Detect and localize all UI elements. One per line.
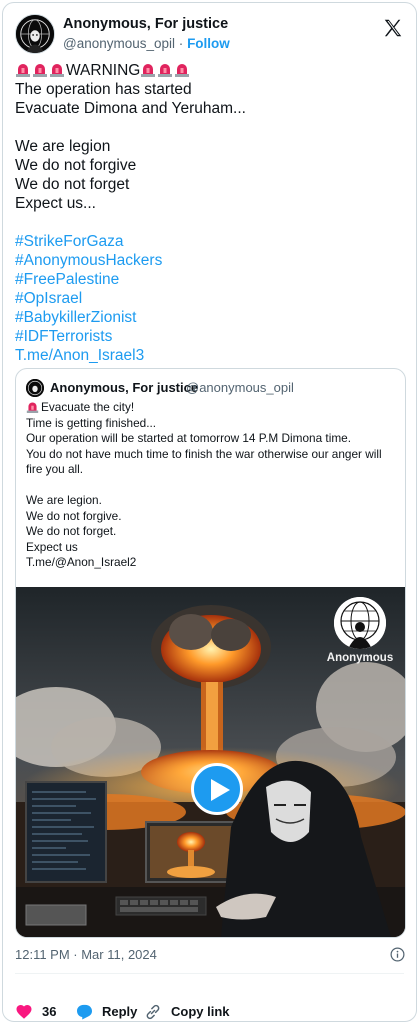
quoted-tweet-body: Evacuate the city! Time is getting finis…: [26, 400, 395, 571]
quoted-author-name: Anonymous, For justice: [50, 380, 199, 395]
telegram-link[interactable]: T.me/Anon_Israel3: [15, 346, 404, 365]
quoted-text-line: Expect us: [26, 539, 78, 554]
like-button[interactable]: 36: [15, 1002, 75, 1021]
anonymous-watermark: Anonymous: [321, 597, 399, 664]
tweet-text-line: Expect us...: [15, 195, 96, 212]
tweet-body: WARNING The operation has started Evacua…: [15, 61, 404, 365]
siren-emoji-icon: [26, 402, 39, 413]
warning-line: WARNING: [15, 61, 404, 80]
reply-label: Reply: [102, 1004, 138, 1019]
tweet-text-line: The operation has started: [15, 81, 192, 98]
handle-row: @anonymous_opil · Follow: [63, 36, 230, 51]
reply-icon: [77, 1004, 92, 1020]
quoted-text-line: We do not forget.: [26, 524, 117, 538]
quoted-author-handle: @anonymous_opil: [186, 380, 294, 395]
separator-dot: ·: [178, 36, 184, 51]
divider: [15, 973, 404, 974]
hashtag-link[interactable]: #FreePalestine: [15, 270, 404, 289]
siren-emoji-icon: [16, 64, 30, 77]
tweet-header: Anonymous, For justice @anonymous_opil ·…: [15, 13, 404, 57]
hashtag-link[interactable]: #BabykillerZionist: [15, 308, 404, 327]
hashtag-link[interactable]: #AnonymousHackers: [15, 251, 404, 270]
tweet-text-line: We are legion: [15, 138, 111, 155]
author-avatar[interactable]: [15, 14, 55, 54]
quoted-first-line: Evacuate the city!: [26, 400, 395, 416]
hashtag-link[interactable]: #IDFTerrorists: [15, 327, 404, 346]
hashtag-link[interactable]: #StrikeForGaza: [15, 232, 404, 251]
siren-emoji-icon: [158, 64, 173, 77]
tweet-card: Anonymous, For justice @anonymous_opil ·…: [2, 2, 417, 1022]
quoted-text-line: We do not forgive.: [26, 508, 122, 523]
warning-word: WARNING: [66, 62, 141, 79]
quoted-text-line: T.me/@Anon_Israel2: [26, 555, 137, 569]
quoted-tweet-header: Anonymous, For justice @anonymous_opil: [26, 378, 395, 398]
link-icon: [146, 1004, 160, 1020]
tweet-text-line: Evacuate Dimona and Yeruham...: [15, 100, 246, 117]
x-logo-icon[interactable]: [382, 17, 404, 39]
like-count: 36: [42, 1004, 57, 1019]
tweet-text-line: We do not forgive: [15, 157, 137, 174]
follow-button[interactable]: Follow: [187, 36, 230, 51]
play-button[interactable]: [191, 763, 243, 815]
siren-emoji-icon: [50, 64, 64, 77]
siren-emoji-icon: [175, 64, 190, 77]
author-handle[interactable]: @anonymous_opil: [63, 36, 175, 51]
info-icon[interactable]: [390, 947, 405, 962]
copy-link-button[interactable]: Copy link: [144, 1002, 234, 1021]
quoted-text-line: Evacuate the city!: [41, 400, 135, 414]
tweet-text-line: We do not forget: [15, 176, 130, 193]
watermark-text: Anonymous: [326, 652, 394, 664]
play-icon: [211, 779, 230, 801]
siren-emoji-icon: [33, 64, 47, 77]
heart-icon: [16, 1004, 32, 1019]
hashtag-link[interactable]: #OpIsrael: [15, 289, 404, 308]
anonymous-logo-icon: [334, 597, 386, 649]
quoted-tweet[interactable]: Anonymous, For justice @anonymous_opil E…: [15, 368, 406, 938]
quoted-text-line: Time is getting finished...: [26, 415, 157, 430]
copy-link-label: Copy link: [171, 1004, 230, 1019]
video-thumbnail[interactable]: Anonymous: [16, 587, 405, 937]
quoted-text-line: We are legion.: [26, 493, 102, 507]
quoted-author-avatar: [26, 379, 44, 397]
tweet-timestamp[interactable]: 12:11 PM · Mar 11, 2024: [15, 947, 157, 962]
reply-button[interactable]: Reply: [75, 1002, 145, 1021]
siren-emoji-icon: [141, 64, 156, 77]
author-name[interactable]: Anonymous, For justice: [63, 16, 228, 32]
quoted-text-line: Our operation will be started at tomorro…: [26, 431, 351, 445]
quoted-text-line: You do not have much time to finish the …: [26, 446, 382, 477]
